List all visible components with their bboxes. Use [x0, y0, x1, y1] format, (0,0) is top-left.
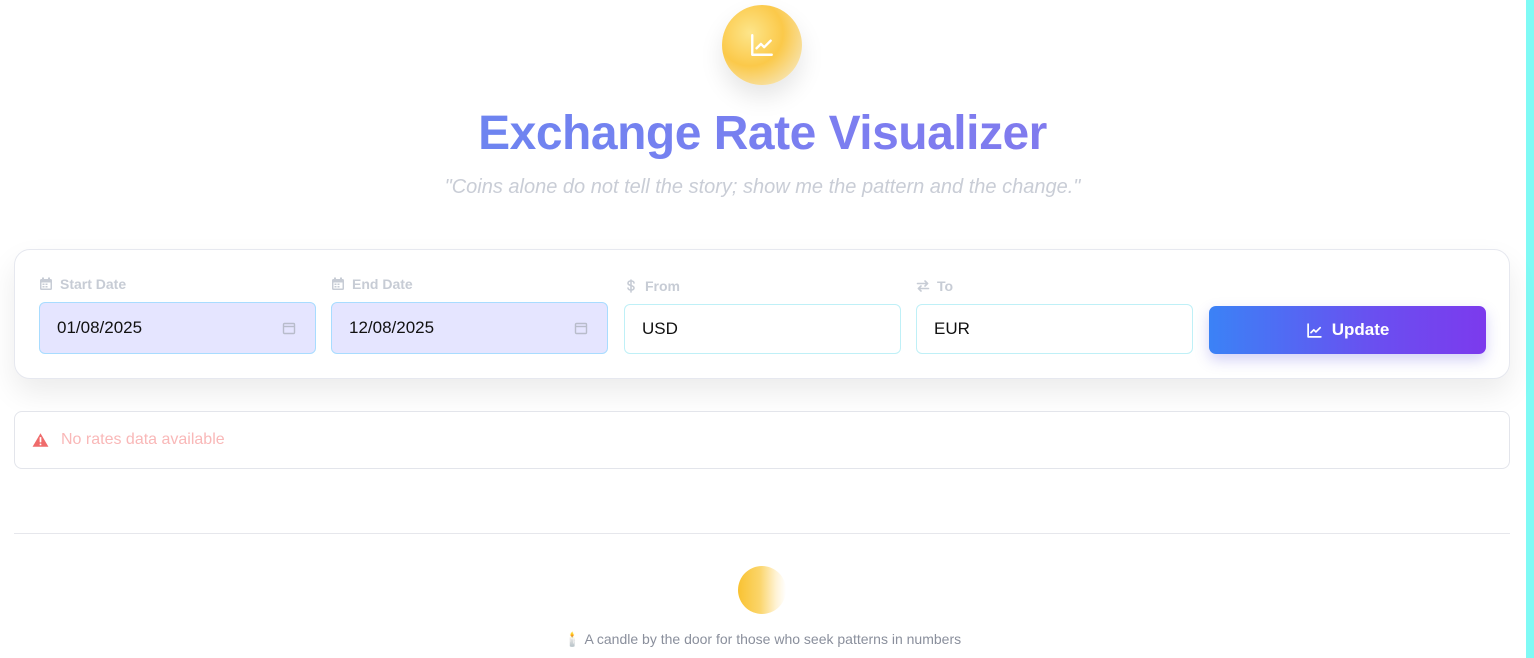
to-currency-field: To EUR [916, 278, 1193, 358]
alert-message: No rates data available [61, 431, 225, 448]
no-data-alert: No rates data available [14, 411, 1510, 469]
window-edge-strip [1526, 0, 1534, 658]
dollar-icon [627, 279, 635, 293]
exchange-arrows-icon [916, 280, 930, 292]
footer-logo [738, 566, 786, 614]
start-date-input[interactable]: 01/08/2025 [39, 302, 316, 354]
footer-divider [14, 533, 1510, 534]
end-date-value: 12/08/2025 [349, 318, 435, 337]
footer-text: 🕯️ A candle by the door for those who se… [563, 631, 962, 647]
start-date-field: Start Date 01/08/2025 [39, 276, 316, 356]
from-currency-value: USD [642, 319, 678, 338]
end-date-input[interactable]: 12/08/2025 [331, 302, 608, 354]
controls-panel: Start Date 01/08/2025 End Date 12/08/202… [14, 249, 1510, 379]
calendar-icon [332, 277, 344, 290]
page-quote: "Coins alone do not tell the story; show… [444, 176, 1081, 198]
update-button-label: Update [1331, 320, 1390, 339]
from-currency-input[interactable]: USD [624, 304, 901, 354]
start-date-value: 01/08/2025 [57, 318, 143, 337]
from-currency-field: From USD [624, 278, 901, 358]
calendar-icon [40, 277, 52, 290]
chart-line-icon [1306, 322, 1322, 338]
end-date-field: End Date 12/08/2025 [331, 276, 608, 356]
chart-line-icon [751, 34, 773, 56]
update-button[interactable]: Update [1209, 306, 1486, 354]
end-date-label: End Date [331, 276, 413, 292]
warning-icon [32, 433, 49, 447]
from-label: From [624, 278, 680, 294]
page-title: Exchange Rate Visualizer [0, 106, 1525, 161]
app-logo [722, 5, 802, 85]
to-label: To [916, 278, 953, 294]
start-date-label: Start Date [39, 276, 126, 292]
calendar-picker-icon[interactable] [574, 321, 588, 335]
to-currency-input[interactable]: EUR [916, 304, 1193, 354]
to-currency-value: EUR [934, 319, 970, 338]
calendar-picker-icon[interactable] [282, 321, 296, 335]
